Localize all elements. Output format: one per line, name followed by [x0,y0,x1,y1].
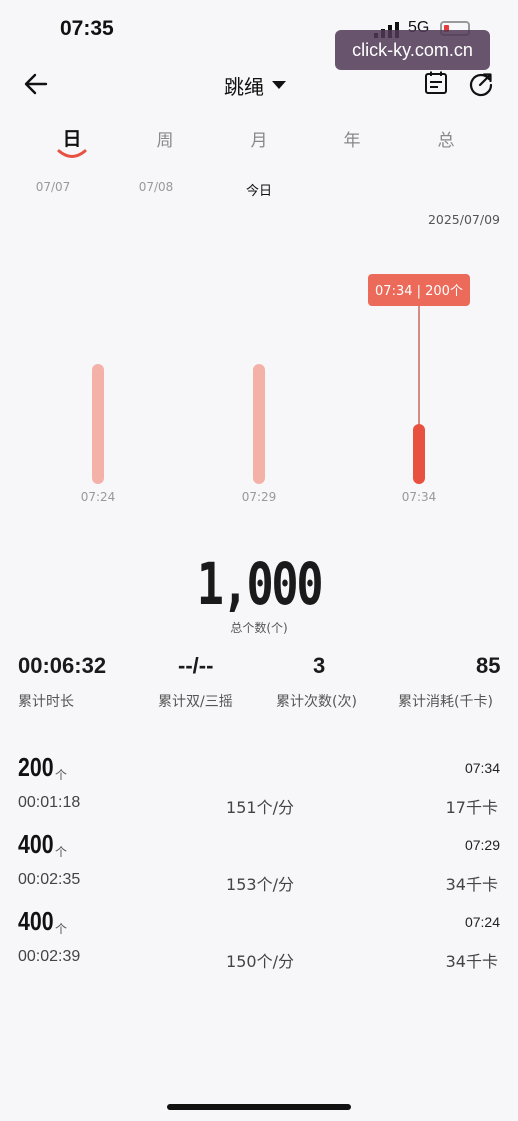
record-unit: 个 [55,845,68,859]
back-arrow-icon[interactable] [22,70,50,98]
record-rate: 153个/分 [226,875,294,894]
stat-duration-value: 00:06:32 [18,653,107,678]
record-duration: 00:02:39 [18,948,81,965]
x-tick-label: 07:34 [402,490,437,504]
stat-double-triple-label: 累计双/三摇 [158,694,233,710]
chart-bar[interactable] [253,364,265,484]
chart-bar[interactable] [92,364,104,484]
tab-day[interactable]: 日 [52,124,92,151]
share-icon[interactable] [467,70,495,98]
dropdown-caret-icon [272,81,286,89]
stat-calories-value: 85 [476,653,501,678]
active-tab-indicator [57,149,87,158]
record-calories: 34千卡 [445,952,498,971]
tab-week[interactable]: 周 [145,126,185,151]
record-rate: 150个/分 [226,952,294,971]
stat-calories-label: 累计消耗(千卡) [398,694,493,710]
tooltip-text: 07:34 | 200个 [375,284,463,299]
home-indicator[interactable] [167,1104,351,1110]
stat-duration-label: 累计时长 [18,694,74,710]
calendar-icon[interactable] [423,70,449,96]
watermark: click-ky.com.cn [335,30,490,70]
tab-total[interactable]: 总 [426,126,466,151]
record-count: 200 [18,752,54,782]
record-time: 07:29 [464,837,500,853]
record-calories: 34千卡 [445,875,498,894]
stat-sessions-label: 累计次数(次) [276,694,357,710]
page-title: 跳绳 [224,74,264,99]
date-item-today[interactable]: 今日 [229,180,289,199]
total-count-label: 总个数(个) [230,621,288,635]
bar-chart: 07:24 07:29 07:34 07:34 | 200个 [81,274,470,504]
record-calories: 17千卡 [445,798,498,817]
tab-year[interactable]: 年 [332,126,372,151]
tab-month[interactable]: 月 [239,126,279,151]
date-item[interactable]: 07/08 [126,180,186,194]
record-unit: 个 [55,768,68,782]
record-time: 07:34 [464,760,500,776]
record-time: 07:24 [464,914,500,930]
record-duration: 00:01:18 [18,794,81,811]
record-duration: 00:02:35 [18,871,81,888]
status-time: 07:35 [60,17,114,40]
record-count: 400 [18,829,54,859]
date-item[interactable]: 07/07 [23,180,83,194]
stat-sessions-value: 3 [313,653,326,678]
title-dropdown[interactable]: 跳绳 [224,71,286,99]
record-unit: 个 [55,922,68,936]
record-count: 400 [18,906,54,936]
x-tick-label: 07:29 [242,490,277,504]
record-rate: 151个/分 [226,798,294,817]
stat-double-triple-value: --/-- [178,653,214,678]
chart-date: 2025/07/09 [427,212,500,227]
x-tick-label: 07:24 [81,490,116,504]
total-count-value: 1,000 [196,550,324,618]
chart-bar[interactable] [413,424,425,484]
